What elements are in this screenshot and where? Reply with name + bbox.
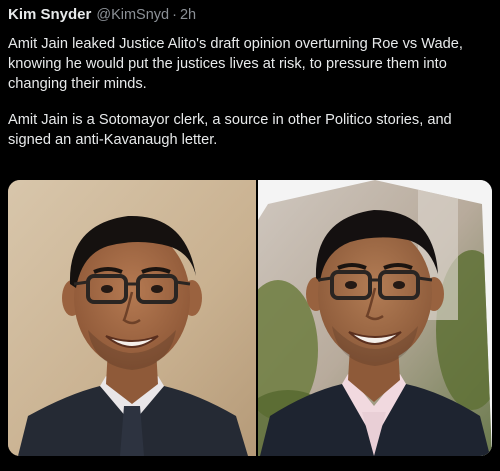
tweet-paragraph: Amit Jain leaked Justice Alito's draft o… <box>8 36 463 92</box>
tweet-header: Kim Snyder @KimSnyd · 2h <box>8 6 196 26</box>
header-separator: · <box>172 7 177 23</box>
author-display-name[interactable]: Kim Snyder <box>8 6 91 23</box>
tweet-media-grid <box>8 180 492 456</box>
tweet-photo-left[interactable] <box>8 180 256 456</box>
tweet-paragraph: Amit Jain is a Sotomayor clerk, a source… <box>8 112 452 148</box>
tweet-timestamp[interactable]: 2h <box>180 7 196 23</box>
tweet-photo-right[interactable] <box>258 180 492 456</box>
portrait-image-left <box>8 180 256 456</box>
tweet-text: Amit Jain leaked Justice Alito's draft o… <box>8 34 496 150</box>
author-handle[interactable]: @KimSnyd <box>96 7 169 23</box>
tweet[interactable]: Kim Snyder @KimSnyd · 2h Amit Jain leake… <box>0 0 500 471</box>
portrait-image-right <box>258 180 492 456</box>
